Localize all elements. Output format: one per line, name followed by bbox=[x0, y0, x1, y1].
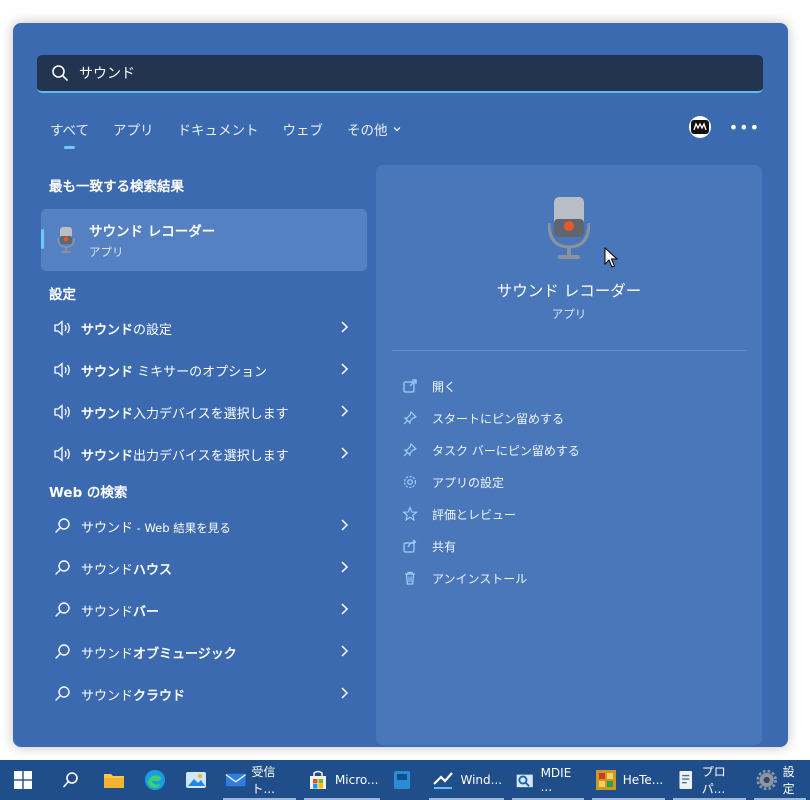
sound-recorder-icon bbox=[57, 227, 75, 253]
more-options-icon[interactable]: ••• bbox=[729, 118, 760, 137]
gear-icon bbox=[756, 769, 778, 791]
chevron-right-icon bbox=[341, 405, 349, 417]
best-match-name: サウンド レコーダー bbox=[89, 224, 216, 240]
speaker-icon bbox=[54, 320, 70, 336]
best-match-heading: 最も一致する検索結果 bbox=[49, 179, 184, 195]
taskbar-item[interactable]: プロパ... bbox=[669, 760, 750, 800]
search-icon bbox=[63, 772, 78, 788]
search-input[interactable] bbox=[79, 65, 719, 81]
chevron-right-icon bbox=[341, 447, 349, 459]
web-result[interactable]: サウンド - Web 結果を見る bbox=[41, 505, 367, 547]
app-icon bbox=[433, 772, 454, 789]
edge-browser-button[interactable] bbox=[137, 760, 178, 800]
speaker-icon bbox=[54, 362, 70, 378]
action-pin-taskbar[interactable]: タスク バーにピン留めする bbox=[402, 434, 580, 466]
search-icon bbox=[55, 602, 70, 617]
taskbar-app-button[interactable] bbox=[384, 760, 425, 800]
action-rate-review[interactable]: 評価とレビュー bbox=[402, 498, 580, 530]
tab-documents[interactable]: ドキュメント bbox=[178, 119, 259, 139]
settings-heading: 設定 bbox=[49, 287, 76, 303]
app-icon bbox=[516, 774, 533, 788]
speaker-icon bbox=[54, 404, 70, 420]
photos-button[interactable] bbox=[178, 760, 219, 800]
chevron-right-icon bbox=[341, 603, 349, 615]
web-search-heading: Web の検索 bbox=[49, 485, 128, 501]
web-result[interactable]: サウンドオブミュージック bbox=[41, 631, 367, 673]
open-external-icon bbox=[403, 379, 417, 393]
tab-all[interactable]: すべて bbox=[50, 119, 89, 149]
action-open[interactable]: 開く bbox=[402, 370, 580, 402]
app-icon bbox=[595, 770, 616, 790]
detail-pane: サウンド レコーダー アプリ 開く スタートにピン留めする タスク バーにピン留… bbox=[376, 165, 762, 745]
mail-icon bbox=[225, 773, 246, 787]
web-result[interactable]: サウンドバー bbox=[41, 589, 367, 631]
gear-icon bbox=[403, 475, 417, 489]
header-actions: ••• bbox=[688, 116, 760, 138]
filter-tabs: すべて アプリ ドキュメント ウェブ その他 bbox=[50, 119, 426, 149]
settings-result[interactable]: サウンド ミキサーのオプション bbox=[41, 349, 367, 391]
action-app-settings[interactable]: アプリの設定 bbox=[402, 466, 580, 498]
settings-result[interactable]: サウンド出力デバイスを選択します bbox=[41, 433, 367, 475]
chevron-right-icon bbox=[341, 561, 349, 573]
settings-result[interactable]: サウンド入力デバイスを選択します bbox=[41, 391, 367, 433]
results-list: 最も一致する検索結果 サウンド レコーダー アプリ 設定 サウンドの設定 サウン… bbox=[41, 175, 367, 715]
chevron-right-icon bbox=[341, 645, 349, 657]
taskbar-search-button[interactable] bbox=[46, 760, 96, 800]
detail-subtitle: アプリ bbox=[551, 307, 587, 321]
speaker-icon bbox=[54, 446, 70, 462]
file-explorer-button[interactable] bbox=[96, 760, 137, 800]
taskbar-item[interactable]: 受信ト... bbox=[219, 760, 300, 800]
action-share[interactable]: 共有 bbox=[402, 530, 580, 562]
sound-recorder-large-icon bbox=[548, 197, 590, 259]
web-result[interactable]: サウンドハウス bbox=[41, 547, 367, 589]
divider bbox=[392, 350, 746, 351]
chevron-right-icon bbox=[341, 321, 349, 333]
taskbar-item[interactable]: Wind... bbox=[425, 760, 508, 800]
account-logo-icon bbox=[690, 120, 709, 134]
best-match-result[interactable]: サウンド レコーダー アプリ bbox=[41, 209, 367, 271]
tab-web[interactable]: ウェブ bbox=[283, 119, 324, 139]
taskbar-item[interactable]: HeTe... bbox=[588, 760, 670, 800]
tab-apps[interactable]: アプリ bbox=[113, 119, 154, 139]
best-match-type: アプリ bbox=[89, 245, 124, 259]
action-uninstall[interactable]: アンインストール bbox=[402, 562, 580, 594]
action-pin-start[interactable]: スタートにピン留めする bbox=[402, 402, 580, 434]
search-icon bbox=[55, 644, 70, 659]
search-icon bbox=[52, 65, 68, 81]
share-icon bbox=[403, 539, 417, 553]
search-box[interactable] bbox=[37, 55, 763, 93]
taskbar-item[interactable]: 設定 bbox=[750, 760, 810, 800]
mouse-cursor-icon bbox=[604, 247, 618, 268]
start-button[interactable] bbox=[0, 760, 46, 800]
properties-icon bbox=[679, 771, 693, 789]
search-icon bbox=[55, 686, 70, 701]
settings-result[interactable]: サウンドの設定 bbox=[41, 307, 367, 349]
search-icon bbox=[55, 518, 70, 533]
photo-app-icon bbox=[186, 772, 206, 788]
trash-icon bbox=[405, 571, 415, 585]
chevron-right-icon bbox=[341, 363, 349, 375]
edge-icon bbox=[145, 770, 165, 790]
detail-actions: 開く スタートにピン留めする タスク バーにピン留めする アプリの設定 評価とレ… bbox=[402, 370, 580, 594]
windows-logo-icon bbox=[14, 771, 32, 789]
pin-icon bbox=[403, 442, 418, 457]
pin-icon bbox=[403, 410, 418, 425]
chevron-down-icon bbox=[393, 127, 400, 132]
taskbar: 受信ト... Micro... Wind... MDIE ... HeTe...… bbox=[0, 760, 810, 800]
app-icon bbox=[394, 771, 411, 789]
chevron-right-icon bbox=[341, 519, 349, 531]
folder-icon bbox=[104, 774, 124, 788]
avatar[interactable] bbox=[688, 116, 711, 138]
taskbar-item[interactable]: Micro... bbox=[300, 760, 385, 800]
web-result[interactable]: サウンドクラウド bbox=[41, 673, 367, 715]
taskbar-item[interactable]: MDIE ... bbox=[508, 760, 588, 800]
star-icon bbox=[402, 506, 418, 522]
search-icon bbox=[55, 560, 70, 575]
store-icon bbox=[309, 770, 326, 789]
tab-more[interactable]: その他 bbox=[347, 119, 402, 139]
detail-title: サウンド レコーダー bbox=[496, 282, 642, 300]
chevron-right-icon bbox=[341, 687, 349, 699]
